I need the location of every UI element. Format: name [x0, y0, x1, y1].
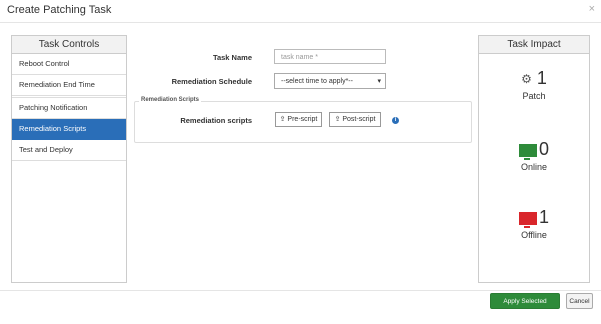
remediation-schedule-label: Remediation Schedule [171, 77, 252, 86]
post-script-button[interactable]: ⇪ Post-script [329, 112, 381, 127]
online-impact: 0 Online [479, 139, 589, 172]
task-impact-header: Task Impact [479, 36, 589, 54]
remediation-scripts-legend: Remediation Scripts [139, 97, 202, 103]
task-name-label: Task Name [212, 53, 252, 62]
dialog-header: Create Patching Task × [0, 0, 601, 23]
remediation-schedule-select[interactable]: --select time to apply*-- ▾ [274, 73, 386, 89]
nav-item-reboot-control[interactable]: Reboot Control [12, 54, 126, 75]
remediation-scripts-label: Remediation scripts [180, 116, 252, 125]
offline-count: 1 [538, 207, 549, 227]
pre-script-button[interactable]: ⇪ Pre-script [275, 112, 322, 127]
nav-item-patching-notification[interactable]: Patching Notification [12, 97, 126, 119]
task-controls-panel: Task Controls Reboot Control Remediation… [11, 35, 127, 283]
gear-icon: ⚙ [521, 72, 532, 87]
monitor-icon [518, 143, 537, 160]
patch-impact: ⚙ 1 Patch [479, 68, 589, 101]
task-impact-panel: Task Impact ⚙ 1 Patch 0 Online 1 Offline [478, 35, 590, 283]
nav-item-test-and-deploy[interactable]: Test and Deploy [12, 140, 126, 161]
cancel-button[interactable]: Cancel [566, 293, 593, 309]
task-controls-header: Task Controls [12, 36, 126, 54]
create-patching-task-dialog: Create Patching Task × Task Controls Reb… [0, 0, 601, 320]
online-label: Online [520, 162, 547, 172]
offline-label: Offline [521, 230, 547, 240]
offline-impact: 1 Offline [479, 207, 589, 240]
nav-item-remediation-end-time[interactable]: Remediation End Time [12, 75, 126, 96]
pre-script-label: Pre-script [287, 116, 318, 123]
nav-item-remediation-scripts[interactable]: Remediation Scripts [12, 119, 126, 140]
post-script-label: Post-script [342, 116, 376, 123]
patch-label: Patch [522, 91, 546, 101]
online-count: 0 [538, 139, 549, 159]
schedule-selected-value: --select time to apply*-- [281, 78, 353, 85]
task-name-input[interactable]: task name * [274, 49, 386, 64]
apply-selected-patches-button[interactable]: Apply Selected Patches [490, 293, 560, 320]
close-icon[interactable]: × [589, 3, 595, 15]
monitor-icon [518, 211, 537, 228]
chevron-down-icon: ▾ [377, 78, 381, 85]
dialog-title: Create Patching Task [7, 4, 112, 16]
info-icon[interactable]: i [392, 117, 399, 124]
patch-count: 1 [536, 68, 547, 88]
